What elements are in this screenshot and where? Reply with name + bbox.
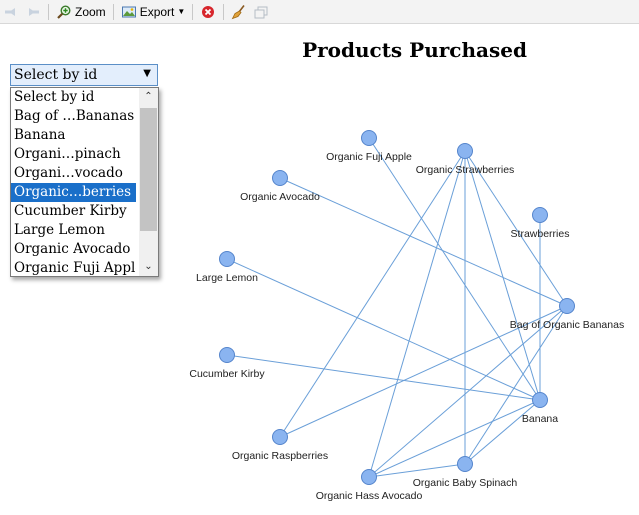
graph-node[interactable] <box>361 469 377 485</box>
dropdown-option[interactable]: Large Lemon <box>11 221 136 240</box>
dropdown-option[interactable]: Organic Fuji Apple <box>11 259 136 276</box>
node-label: Banana <box>522 413 558 425</box>
graph-node[interactable] <box>532 392 548 408</box>
node-label: Organic Fuji Apple <box>326 151 412 163</box>
dropdown-option[interactable]: Banana <box>11 126 136 145</box>
graph-edge <box>226 354 541 401</box>
node-label: Organic Avocado <box>240 191 320 203</box>
scrollbar[interactable]: ⌃ ⌄ <box>139 88 158 276</box>
scroll-thumb[interactable] <box>140 108 157 231</box>
node-label: Organic Strawberries <box>416 164 515 176</box>
select-by-id-dropdown[interactable]: Select by id ▼ <box>10 64 158 86</box>
chevron-down-icon: ▼ <box>143 68 151 79</box>
graph-edge <box>368 150 466 478</box>
node-label: Organic Raspberries <box>232 450 328 462</box>
graph-node[interactable] <box>361 130 377 146</box>
graph-edge <box>464 150 541 401</box>
graph-edge <box>279 177 568 307</box>
dropdown-option[interactable]: Organi…pinach <box>11 145 136 164</box>
graph-node[interactable] <box>559 298 575 314</box>
graph-nodes: Organic Fuji Apple Organic Strawberries Or… <box>189 130 624 502</box>
node-label: Organic Baby Spinach <box>413 477 518 489</box>
graph-edge <box>464 399 541 465</box>
dropdown-option[interactable]: Organic…berries <box>11 183 136 202</box>
graph-edge <box>226 258 541 401</box>
graph-node[interactable] <box>457 456 473 472</box>
dropdown-option[interactable]: Select by id <box>11 88 136 107</box>
node-label: Strawberries <box>511 228 570 240</box>
graph-node[interactable] <box>272 170 288 186</box>
graph-node[interactable] <box>532 207 548 223</box>
scroll-down-icon[interactable]: ⌄ <box>139 258 158 276</box>
dropdown-option[interactable]: Bag of …Bananas <box>11 107 136 126</box>
graph-node[interactable] <box>457 143 473 159</box>
graph-node[interactable] <box>219 251 235 267</box>
node-label: Organic Hass Avocado <box>316 490 423 502</box>
dropdown-option[interactable]: Organi…vocado <box>11 164 136 183</box>
graph-node[interactable] <box>219 347 235 363</box>
graph-edge <box>368 137 541 401</box>
graph-node[interactable] <box>272 429 288 445</box>
select-options-list[interactable]: Select by id Bag of …Bananas Banana Organi…… <box>10 87 159 277</box>
select-value: Select by id <box>14 67 98 83</box>
node-label: Large Lemon <box>196 272 258 284</box>
graph-edges <box>226 137 568 478</box>
node-label: Cucumber Kirby <box>189 368 265 380</box>
node-label: Bag of Organic Bananas <box>510 319 624 331</box>
dropdown-option[interactable]: Organic Avocado <box>11 240 136 259</box>
dropdown-option[interactable]: Cucumber Kirby <box>11 202 136 221</box>
scroll-up-icon[interactable]: ⌃ <box>139 88 158 106</box>
